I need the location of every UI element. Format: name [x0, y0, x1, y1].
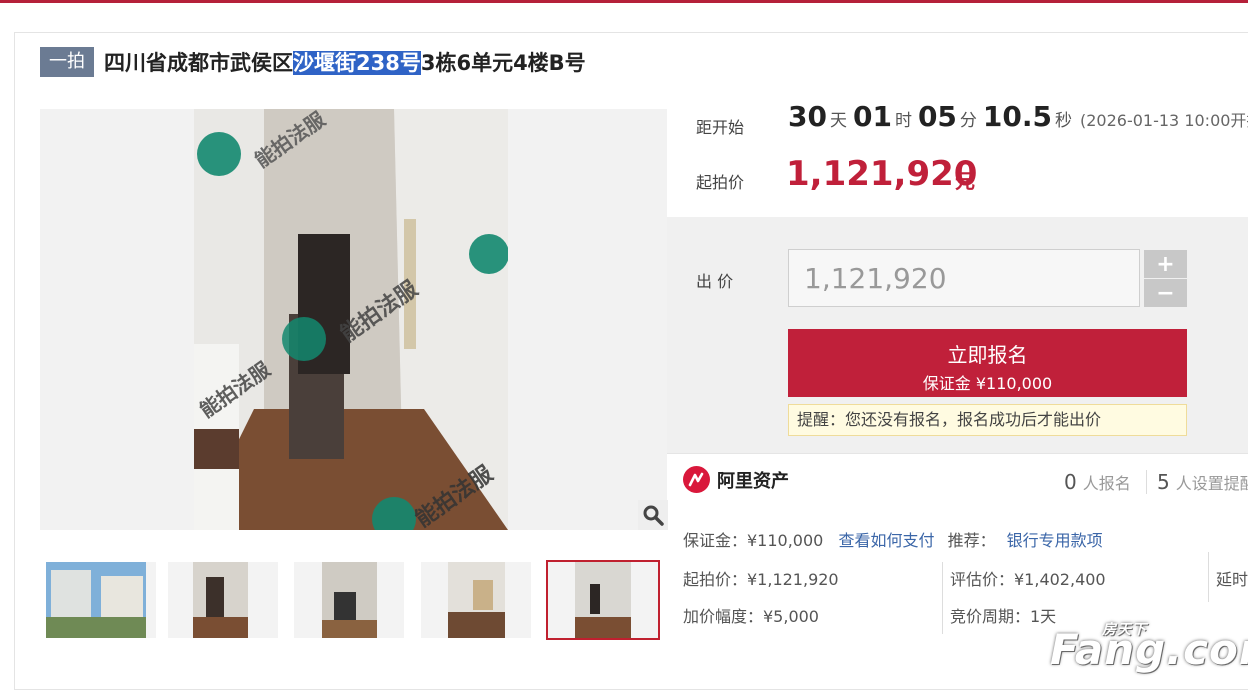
- signup-button[interactable]: 立即报名 保证金 ¥110,000: [788, 329, 1187, 397]
- countdown-minutes: 05: [917, 100, 957, 133]
- cycle-info: 竞价周期：1天: [950, 607, 1057, 626]
- deposit-text: 保证金：¥110,000: [683, 531, 824, 550]
- building-thumbnail-image: [46, 562, 146, 638]
- registered-count: 0 人报名: [1064, 470, 1131, 494]
- minutes-unit: 分: [959, 111, 977, 131]
- thumbnail-1[interactable]: [46, 562, 156, 638]
- room-thumbnail-image: [168, 562, 278, 638]
- signup-label: 立即报名: [947, 343, 1028, 367]
- signup-reminder: 提醒：您还没有报名，报名成功后才能出价: [788, 404, 1187, 436]
- reminder-count: 5 人设置提醒: [1157, 470, 1248, 494]
- start-price-value: 1,121,920: [786, 154, 978, 194]
- bid-input[interactable]: 1,121,920: [788, 249, 1140, 307]
- seconds-unit: 秒: [1055, 111, 1072, 131]
- recommend-label: 推荐：: [947, 531, 996, 550]
- title-pre: 四川省成都市武侯区: [104, 51, 293, 75]
- stat-divider: [1146, 470, 1147, 494]
- delay-info: 延时: [1216, 570, 1248, 589]
- registered-label: 人报名: [1082, 474, 1131, 493]
- decrease-bid-button[interactable]: −: [1144, 279, 1187, 307]
- thumbnail-4[interactable]: [421, 562, 531, 638]
- increase-bid-button[interactable]: +: [1144, 250, 1187, 278]
- fang-watermark: Fang.com 房天下: [1050, 622, 1248, 674]
- reminder-number: 5: [1157, 470, 1170, 494]
- days-unit: 天: [829, 111, 847, 131]
- appraisal-info: 评估价：¥1,402,400: [950, 570, 1106, 589]
- top-accent-line: [0, 0, 1248, 3]
- ali-asset-logo-icon: [683, 466, 710, 493]
- countdown-days: 30: [788, 100, 827, 133]
- how-to-pay-link[interactable]: 查看如何支付: [838, 531, 934, 550]
- title-highlight: 沙堰街238号: [293, 51, 421, 75]
- deposit-info: 保证金：¥110,000 查看如何支付 推荐： 银行专用款项: [683, 527, 1103, 551]
- start-time: (2026-01-13 10:00开拍): [1080, 111, 1248, 130]
- fang-watermark-main: Fang.com: [1050, 625, 1248, 674]
- countdown-timer: 30天 01时 05分 10.5秒 (2026-01-13 10:00开拍): [788, 100, 1248, 133]
- thumbnail-3[interactable]: [294, 562, 404, 638]
- thumbnail-2[interactable]: [168, 562, 278, 638]
- room-thumbnail-image: [294, 562, 404, 638]
- hours-unit: 时: [894, 111, 912, 131]
- plus-icon: +: [1156, 251, 1175, 277]
- increment-info: 加价幅度：¥5,000: [683, 607, 819, 626]
- thumbnail-5-active[interactable]: [546, 560, 660, 640]
- magnifier-icon: [643, 505, 664, 526]
- detail-divider-1: [942, 562, 943, 634]
- minus-icon: −: [1156, 280, 1175, 306]
- countdown-hours: 01: [852, 100, 892, 133]
- room-thumbnail-image: [548, 562, 658, 638]
- section-divider: [667, 453, 1248, 454]
- bid-label: 出 价: [696, 272, 734, 291]
- bank-payment-link[interactable]: 银行专用款项: [1007, 531, 1103, 550]
- detail-divider-2: [1208, 552, 1209, 602]
- registered-number: 0: [1064, 470, 1077, 494]
- countdown-seconds: 10.5: [982, 100, 1052, 133]
- start-price-label: 起拍价: [696, 173, 745, 192]
- platform-brand[interactable]: 阿里资产: [683, 466, 789, 493]
- zoom-button[interactable]: [638, 500, 668, 530]
- room-thumbnail-image: [421, 562, 531, 638]
- reminder-label: 人设置提醒: [1175, 474, 1248, 493]
- hallway-photo: 能拍法服 能拍法服 能拍法服 能拍法服: [194, 109, 508, 530]
- title-post: 3栋6单元4楼B号: [420, 51, 586, 75]
- signup-deposit: 保证金 ¥110,000: [922, 374, 1053, 393]
- countdown-label: 距开始: [696, 118, 745, 137]
- listing-title: 四川省成都市武侯区沙堰街238号3栋6单元4楼B号: [104, 47, 586, 77]
- listing-title-row: 一拍 四川省成都市武侯区沙堰街238号3栋6单元4楼B号: [40, 46, 586, 78]
- platform-name: 阿里资产: [717, 470, 789, 492]
- round-badge: 一拍: [40, 47, 94, 77]
- start-price-info: 起拍价：¥1,121,920: [683, 570, 839, 589]
- main-photo-viewer[interactable]: 能拍法服 能拍法服 能拍法服 能拍法服: [40, 109, 667, 530]
- start-price-unit: 元: [955, 169, 975, 193]
- fang-watermark-sub: 房天下: [1102, 622, 1147, 638]
